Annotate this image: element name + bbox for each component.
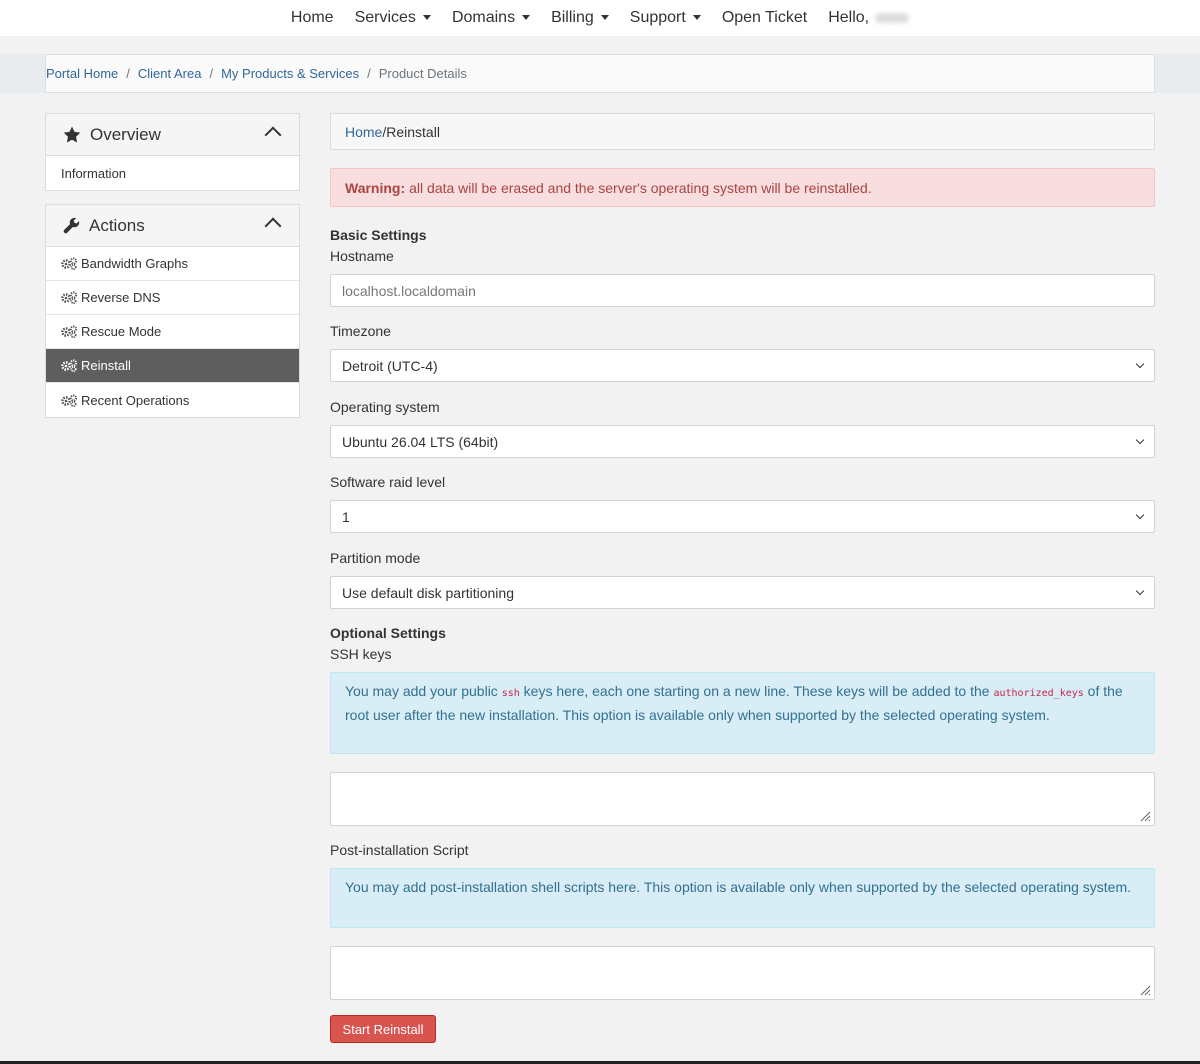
- script-info-text: You may add post-installation shell scri…: [345, 879, 1132, 895]
- warning-strong: Warning:: [345, 179, 406, 196]
- hostname-label: Hostname: [330, 248, 394, 264]
- sidebar-item-reverse-dns[interactable]: Reverse DNS: [46, 281, 299, 315]
- sidebar-item-label: Bandwidth Graphs: [81, 256, 188, 271]
- submit-wrapper: Start Reinstall: [330, 1015, 436, 1043]
- timezone-select[interactable]: Detroit (UTC-4): [330, 349, 1155, 382]
- caret-down-icon: [422, 14, 431, 20]
- sidebar-item-label: Reverse DNS: [81, 290, 161, 305]
- partition-select[interactable]: Use default disk partitioning: [330, 576, 1155, 609]
- ssh-info-text: You may add your public: [345, 683, 498, 699]
- basic-settings-heading: Basic Settings: [330, 227, 427, 243]
- os-label: Operating system: [330, 399, 440, 415]
- authorized-keys-code: authorized_keys: [993, 688, 1084, 699]
- chevron-down-icon: [1135, 435, 1145, 445]
- sidebar-item-bandwidth-graphs[interactable]: Bandwidth Graphs: [46, 247, 299, 281]
- sub-breadcrumb: Home / Reinstall: [330, 113, 1155, 150]
- chevron-up-icon[interactable]: [264, 126, 282, 144]
- sidebar-item-label: Rescue Mode: [81, 324, 162, 339]
- nav-home[interactable]: Home: [280, 9, 344, 27]
- gears-icon: [61, 325, 78, 338]
- sidebar-item-label: Information: [61, 165, 127, 181]
- breadcrumb: Portal Home / Client Area / My Products …: [45, 54, 1155, 93]
- ssh-keys-label: SSH keys: [330, 646, 392, 662]
- partition-label: Partition mode: [330, 550, 421, 566]
- star-icon: [63, 126, 81, 143]
- overview-title: Overview: [90, 124, 161, 144]
- nav-user-menu[interactable]: Hello,: [818, 9, 920, 27]
- raid-label: Software raid level: [330, 474, 446, 490]
- sidebar-item-label: Recent Operations: [81, 392, 190, 408]
- caret-down-icon: [692, 14, 701, 20]
- overview-panel-header[interactable]: Overview: [46, 114, 299, 156]
- os-value: Ubuntu 26.04 LTS (64bit): [342, 433, 499, 450]
- timezone-label: Timezone: [330, 323, 391, 339]
- chevron-up-icon[interactable]: [264, 217, 282, 235]
- breadcrumb-my-products[interactable]: My Products & Services: [221, 66, 359, 81]
- breadcrumb-client-area[interactable]: Client Area: [138, 66, 202, 81]
- nav-support[interactable]: Support: [619, 9, 711, 27]
- nav-list: Home Services Domains Billing Support Op…: [280, 9, 919, 27]
- chevron-down-icon: [1135, 586, 1145, 596]
- top-navbar: Home Services Domains Billing Support Op…: [0, 0, 1200, 36]
- sidebar-item-reinstall[interactable]: Reinstall: [46, 349, 299, 383]
- nav-services[interactable]: Services: [344, 9, 441, 27]
- breadcrumb-portal-home[interactable]: Portal Home: [46, 66, 118, 81]
- warning-alert: Warning: all data will be erased and the…: [330, 168, 1155, 207]
- raid-select[interactable]: 1: [330, 500, 1155, 533]
- main-content: Home / Reinstall Warning: all data will be…: [330, 113, 1155, 207]
- sub-breadcrumb-home[interactable]: Home: [345, 124, 382, 140]
- sidebar-item-rescue-mode[interactable]: Rescue Mode: [46, 315, 299, 349]
- sidebar-item-information[interactable]: Information: [46, 156, 299, 190]
- actions-title: Actions: [89, 215, 145, 235]
- post-install-script-label: Post-installation Script: [330, 842, 469, 858]
- sub-breadcrumb-current: Reinstall: [386, 123, 440, 140]
- overview-panel: Overview Information: [45, 113, 300, 191]
- chevron-down-icon: [1135, 510, 1145, 520]
- post-install-script-info: You may add post-installation shell scri…: [330, 868, 1155, 928]
- breadcrumb-separator: /: [367, 66, 371, 81]
- timezone-value: Detroit (UTC-4): [342, 357, 438, 374]
- gears-icon: [61, 393, 78, 407]
- nav-hello-label: Hello,: [828, 9, 870, 26]
- ssh-code: ssh: [501, 688, 520, 699]
- actions-panel-header[interactable]: Actions: [46, 205, 299, 247]
- nav-home-label: Home: [290, 9, 334, 26]
- breadcrumb-current: Product Details: [378, 66, 467, 81]
- breadcrumb-separator: /: [209, 66, 214, 81]
- optional-settings-heading: Optional Settings: [330, 625, 446, 641]
- partition-value: Use default disk partitioning: [342, 584, 514, 601]
- gears-icon: [61, 257, 78, 270]
- nav-domains-label: Domains: [451, 9, 516, 26]
- blurred-username: [875, 13, 910, 23]
- hostname-input[interactable]: localhost.localdomain: [330, 274, 1155, 307]
- breadcrumb-separator: /: [126, 66, 130, 81]
- caret-down-icon: [522, 14, 531, 20]
- sidebar-item-label: Reinstall: [81, 358, 131, 373]
- gears-icon: [61, 359, 78, 372]
- hostname-placeholder: localhost.localdomain: [342, 282, 476, 299]
- ssh-keys-textarea[interactable]: [330, 772, 1155, 826]
- nav-support-label: Support: [629, 9, 686, 26]
- actions-panel: Actions Bandwidth Graphs Reverse DNS Res…: [45, 204, 300, 418]
- resize-grip-icon[interactable]: [1139, 984, 1151, 996]
- nav-billing-label: Billing: [551, 9, 594, 26]
- os-select[interactable]: Ubuntu 26.04 LTS (64bit): [330, 425, 1155, 458]
- start-reinstall-button[interactable]: Start Reinstall: [330, 1015, 436, 1043]
- wrench-icon: [63, 217, 80, 234]
- resize-grip-icon[interactable]: [1139, 810, 1151, 822]
- sidebar-item-recent-operations[interactable]: Recent Operations: [46, 383, 299, 417]
- warning-text: all data will be erased and the server's…: [409, 179, 872, 196]
- nav-domains[interactable]: Domains: [441, 9, 540, 27]
- nav-open-ticket[interactable]: Open Ticket: [711, 9, 817, 27]
- chevron-down-icon: [1135, 359, 1145, 369]
- nav-services-label: Services: [354, 9, 416, 26]
- caret-down-icon: [600, 14, 609, 20]
- nav-billing[interactable]: Billing: [541, 9, 620, 27]
- ssh-keys-info: You may add your public ssh keys here, e…: [330, 672, 1155, 754]
- gears-icon: [61, 291, 78, 304]
- post-install-script-textarea[interactable]: [330, 946, 1155, 1000]
- raid-value: 1: [342, 508, 350, 525]
- ssh-info-text: keys here, each one starting on a new li…: [523, 683, 990, 699]
- nav-open-ticket-label: Open Ticket: [721, 9, 808, 26]
